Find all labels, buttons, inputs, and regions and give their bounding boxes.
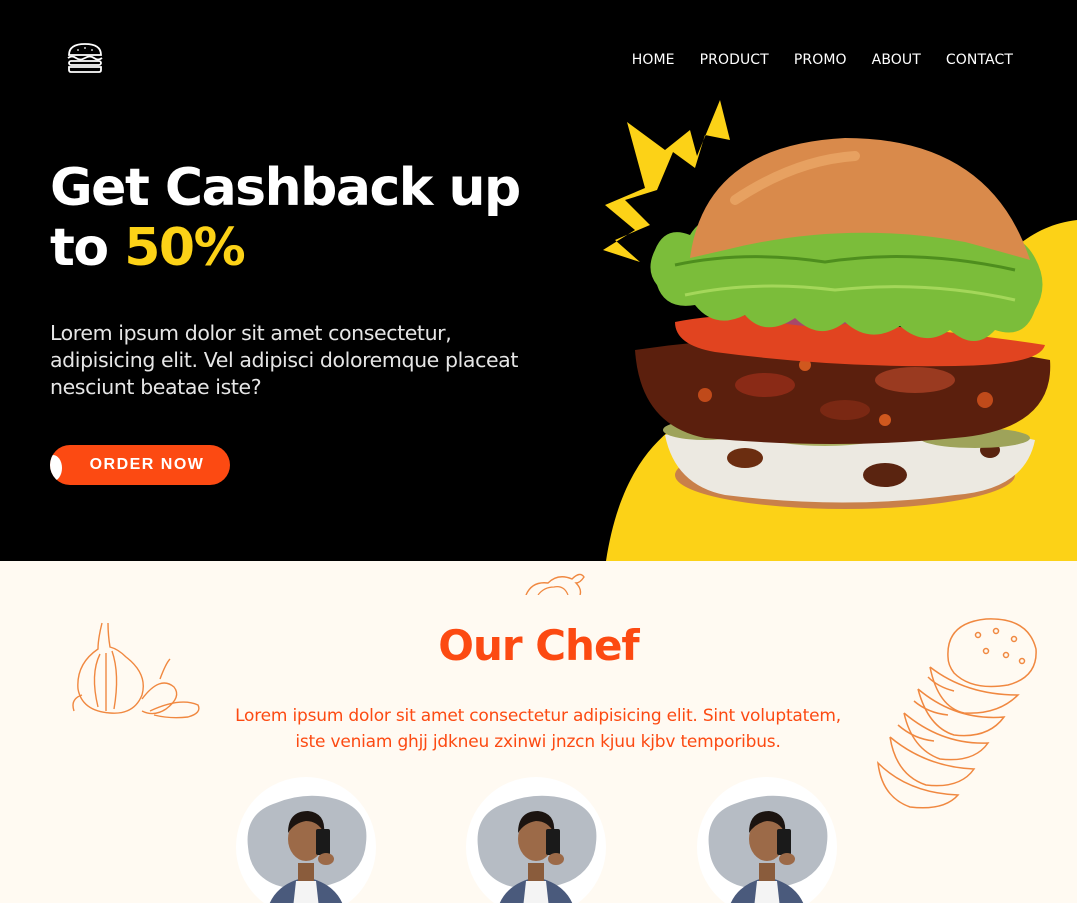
onion-sketch (525, 573, 585, 595)
chef-section-title: Our Chef (438, 621, 639, 670)
chef-section: Our Chef Lorem ipsum dolor sit amet cons… (0, 561, 1077, 903)
hero-section: HOME PRODUCT PROMO ABOUT CONTACT Get Cas… (0, 0, 1077, 561)
chef-section-description: Lorem ipsum dolor sit amet consectetur a… (235, 706, 841, 752)
chef-card[interactable] (697, 777, 837, 903)
hero-description: Lorem ipsum dolor sit amet consectetur, … (50, 321, 518, 399)
headline-accent: 50% (124, 218, 245, 278)
burger-image (603, 100, 1051, 509)
headline-line1: Get Cashback up (50, 158, 521, 218)
headline-to: to (50, 218, 109, 278)
chef-card[interactable] (236, 777, 376, 903)
chef-photo (247, 795, 367, 903)
chef-card[interactable] (466, 777, 606, 903)
burger-logo-icon[interactable] (66, 42, 104, 74)
chef-photo (477, 795, 597, 903)
order-now-button[interactable]: ORDER NOW (50, 445, 230, 485)
button-notch-decoration (50, 455, 62, 481)
hero-headline: Get Cashback up to 50% (50, 158, 521, 278)
order-now-label: ORDER NOW (89, 456, 205, 473)
chef-photo (708, 795, 828, 903)
